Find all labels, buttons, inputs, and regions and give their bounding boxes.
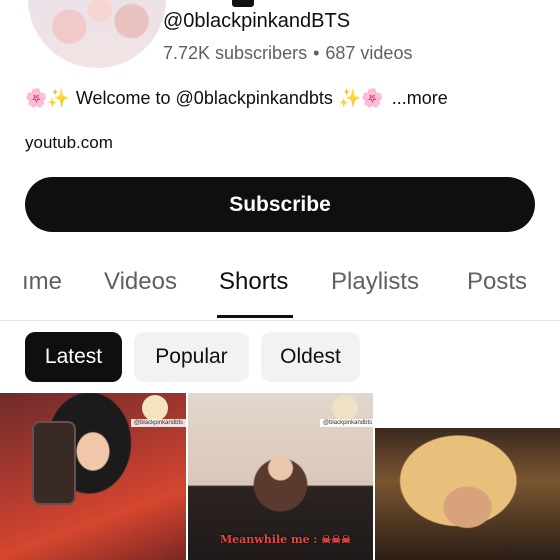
channel-description[interactable]: 🌸✨ Welcome to @0blackpinkandbts ✨🌸 ...mo… — [25, 88, 448, 109]
thumbnail-watermark: @blackpinkandbts — [320, 419, 373, 427]
channel-tabs: ıme Videos Shorts Playlists Posts — [0, 258, 560, 321]
description-text: Welcome to @0blackpinkandbts — [75, 88, 333, 108]
chip-oldest[interactable]: Oldest — [261, 332, 360, 382]
short-thumbnail-3[interactable] — [375, 428, 560, 560]
video-count: 687 videos — [325, 43, 413, 63]
short-thumbnail-1[interactable]: @blackpinkandbts — [0, 393, 186, 560]
thumbnail-phone — [32, 421, 76, 505]
sparkle-flower-emoji-left: 🌸✨ — [25, 88, 70, 109]
channel-handle: @0blackpinkandBTS — [163, 10, 351, 32]
thumbnail-watermark: @blackpinkandbts — [131, 419, 186, 427]
channel-avatar[interactable] — [28, 0, 166, 68]
subscribe-button[interactable]: Subscribe — [25, 177, 535, 232]
tab-shorts[interactable]: Shorts — [219, 268, 288, 296]
channel-name-fragment — [232, 0, 254, 7]
tab-posts[interactable]: Posts — [467, 268, 527, 296]
thumbnail-caption: Meanwhile me : ☠☠☠ — [220, 533, 351, 546]
tab-home[interactable]: ıme — [22, 268, 62, 296]
sparkle-flower-emoji-right: ✨🌸 — [338, 88, 384, 109]
chip-latest[interactable]: Latest — [25, 332, 122, 382]
chip-popular[interactable]: Popular — [134, 332, 249, 382]
more-link[interactable]: ...more — [392, 88, 448, 109]
channel-stats: 7.72K subscribers • 687 videos — [163, 43, 412, 64]
subscriber-count: 7.72K subscribers — [163, 43, 308, 63]
channel-link[interactable]: youtub.com — [25, 133, 113, 153]
thumbnail-lamp — [142, 395, 168, 421]
tab-videos[interactable]: Videos — [104, 268, 177, 296]
short-thumbnail-2[interactable]: @blackpinkandbts Meanwhile me : ☠☠☠ — [188, 393, 373, 560]
active-tab-indicator — [217, 315, 293, 318]
stats-separator: • — [313, 43, 320, 63]
thumbnail-lamp — [332, 395, 358, 421]
tab-playlists[interactable]: Playlists — [331, 268, 419, 296]
